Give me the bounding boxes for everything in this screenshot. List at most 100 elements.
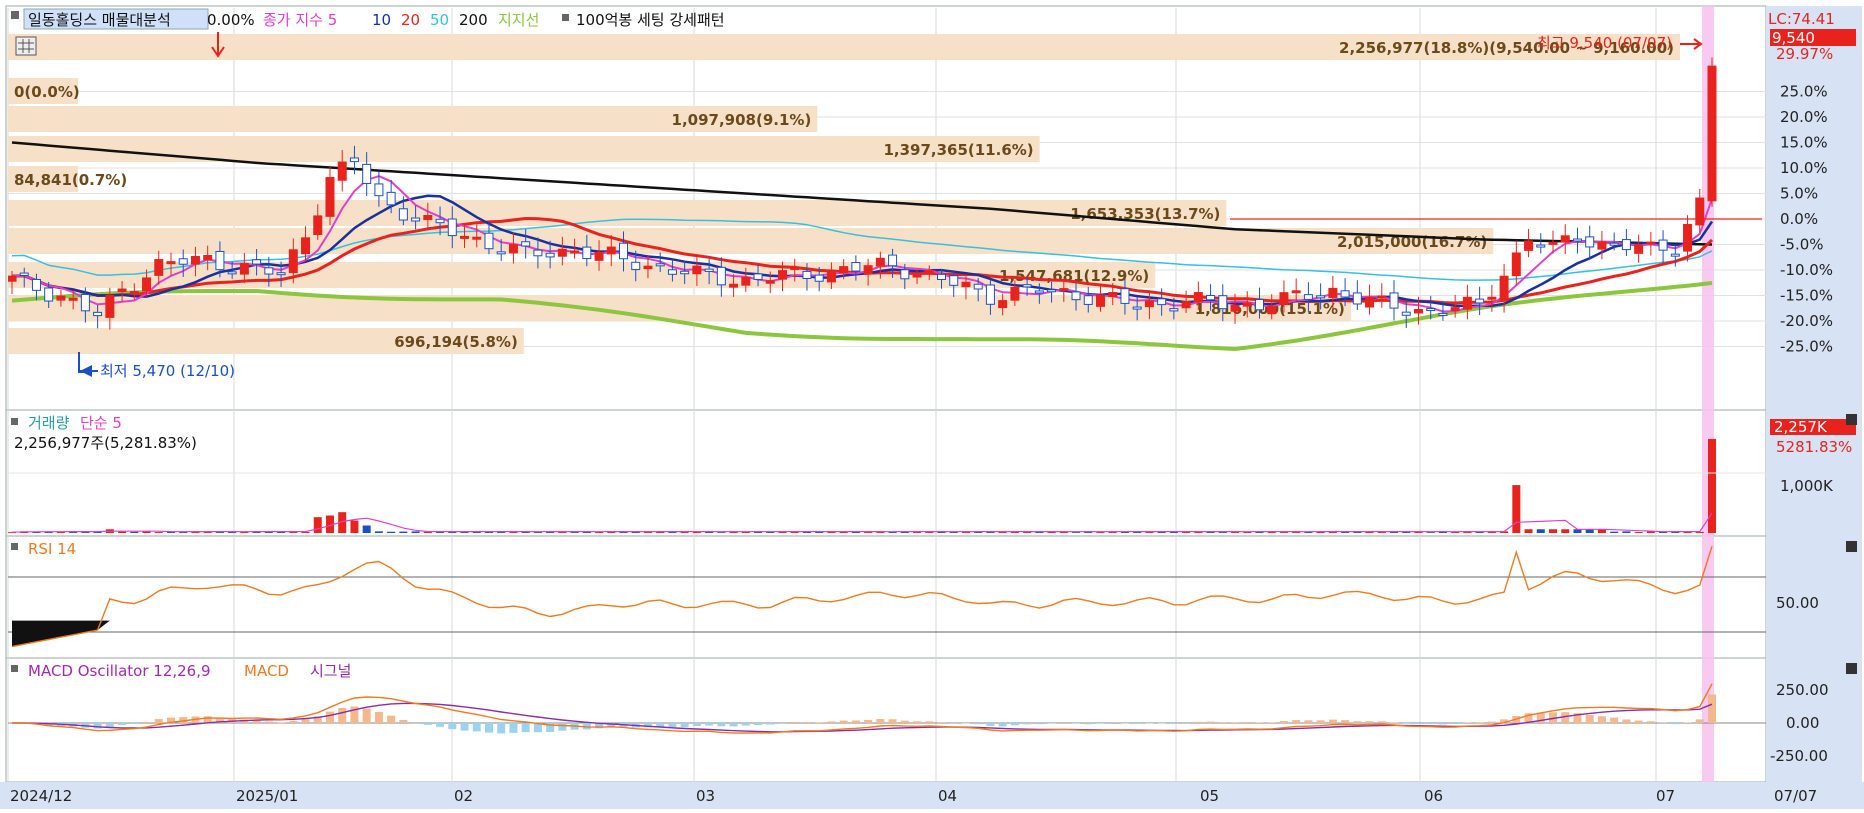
macd-osc-bar [901,721,909,723]
candle-body [45,288,53,301]
ma-period-200: 200 [459,11,488,29]
candle-body [1414,310,1422,313]
profile-label: 1,097,908(9.1%) [672,111,812,129]
candle-body [1035,291,1043,293]
candle-body [632,262,640,269]
macd-osc-bar [889,719,897,723]
candle-body [840,267,848,273]
pattern-square-icon [562,14,569,21]
macd-osc-bar [497,723,505,733]
volume-current: 2,257K [1774,418,1828,436]
macd-osc-bar [1011,723,1019,725]
candle-body [1207,295,1215,299]
candle-body [81,294,89,310]
volume-square-icon [11,418,18,425]
price-tick-label: -20.0% [1780,312,1833,330]
macd-osc-bar [1280,721,1288,723]
candle-body [106,295,114,317]
volume-bar [864,532,872,533]
candle-body [253,260,261,264]
macd-osc-bar [1255,722,1263,723]
candle-body [1096,295,1104,306]
chart-canvas[interactable]: 2,256,977(18.8%)(9,540.00 ~ 9,160.00)0(0… [0,0,1864,809]
volume-bar [350,521,358,534]
candle-body [130,292,138,294]
macd-osc-bar [827,721,835,723]
volume-bar [1280,532,1288,533]
macd-osc-bar [1035,723,1043,724]
macd-osc-bar [363,709,371,723]
candle-body [681,271,689,273]
volume-bar [509,532,517,533]
candle-body [1219,296,1227,309]
volume-bar [1219,532,1227,533]
macd-osc-bar [289,721,297,723]
candle-body [326,178,334,217]
candle-body [1439,313,1447,315]
macd-close-icon[interactable] [1846,663,1857,674]
volume-close-icon[interactable] [1846,414,1857,425]
macd-osc-bar [143,722,151,723]
candle-body [1329,288,1337,297]
macd-osc-bar [1145,723,1153,724]
macd-osc-bar [681,723,689,727]
candle-body [1243,303,1251,306]
macd-osc-bar [265,721,273,723]
candle-body [766,281,774,284]
candle-body [583,247,591,258]
lc-label: LC:74.41 [1768,10,1835,28]
candle-body [1500,276,1508,300]
volume-summary: 2,256,977주(5,281.83%) [14,434,197,452]
volume-bar [1622,531,1630,533]
candle-body [1317,296,1325,298]
candle-body [1280,293,1288,305]
volume-bar [155,532,163,533]
x-tick-label: 05 [1200,787,1219,805]
signal-label: 시그널 [310,662,351,680]
high-price-label: 최고 9,540 (07/07) [1537,34,1672,52]
macd-osc-bar [705,723,713,726]
volume-bar [1561,529,1569,533]
candle-body [143,278,151,291]
price-tick-label: -10.0% [1780,261,1833,279]
candle-body [827,270,835,282]
grid-table-icon[interactable] [16,37,36,55]
volume-ma-label: 단순 5 [80,414,122,432]
macd-osc-bar [840,721,848,723]
candle-body [436,219,444,222]
candle-body [191,256,199,264]
macd-osc-bar [852,720,860,723]
macd-osc-bar [730,723,738,726]
macd-osc-bar [1451,723,1459,724]
candle-body [1696,198,1704,225]
overlay-extra: 0.00% [207,11,255,29]
macd-osc-bar [399,720,407,723]
candle-body [791,267,799,269]
macd-osc-bar [668,723,676,727]
candle-body [94,312,102,315]
candle-body [546,253,554,257]
macd-osc-bar [1586,715,1594,723]
candle-body [1268,306,1276,313]
candle-body [350,158,358,162]
macd-osc-bar [1622,719,1630,723]
candle-body [1109,292,1117,296]
macd-title: MACD Oscillator 12,26,9 [28,662,211,680]
candle-body [314,216,322,235]
candle-body [167,262,175,264]
ma-label: 종가 지수 5 [263,11,337,29]
price-tick-label: 25.0% [1780,83,1828,101]
macd-osc-bar [1598,716,1606,723]
low-price-label: 최저 5,470 (12/10) [100,362,235,380]
candle-body [1635,245,1643,253]
candle-body [302,238,310,254]
candle-body [32,279,40,290]
candle-body [1231,305,1239,311]
rsi-close-icon[interactable] [1846,541,1857,552]
x-tick-label: 03 [696,787,715,805]
volume-bar [387,532,395,533]
candle-body [118,289,126,292]
macd-osc-bar [326,712,334,723]
macd-osc-bar [1427,723,1435,724]
candle-body [57,296,65,300]
